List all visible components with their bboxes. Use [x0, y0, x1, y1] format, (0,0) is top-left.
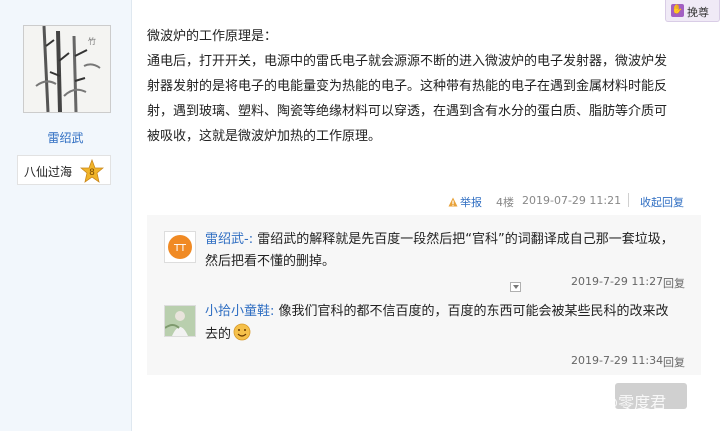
warning-icon: [448, 197, 458, 207]
commenter-avatar[interactable]: TT: [164, 231, 196, 263]
level-star-icon: 8: [80, 159, 104, 183]
reply-button[interactable]: 回复: [663, 275, 685, 291]
reply-body: 雷绍武的解释就是先百度一段然后把“官科”的词翻译成自己那一套垃圾，: [257, 232, 674, 247]
hand-icon: ✋: [671, 4, 684, 17]
post-timestamp: 2019-07-29 11:21: [522, 194, 622, 207]
bamboo-painting-icon: 竹: [24, 26, 110, 112]
reply-body-cont: 然后把看不懂的删掉。: [205, 254, 336, 269]
post-line: 通电后，打开开关，电源中的雷氏电子就会源源不断的进入微波炉的电子发射器，微波炉发: [147, 54, 668, 69]
reply-body: 像我们官科的都不信百度的，百度的东西可能会被某些民科的改来改: [278, 304, 669, 319]
rank-box: 八仙过海 8: [17, 155, 111, 185]
author-username[interactable]: 雷绍武: [0, 129, 131, 146]
reply-options-dropdown[interactable]: [510, 282, 521, 292]
zhihu-watermark: 知乎 @零度君: [565, 393, 667, 412]
reply-panel: TT 雷绍武-: 雷绍武的解释就是先百度一段然后把“官科”的词翻译成自己那一套垃…: [147, 215, 701, 375]
meta-divider: [628, 193, 629, 207]
post-line: 被吸收，这就是微波炉加热的工作原理。: [147, 129, 382, 144]
reply-username[interactable]: 小拾小童鞋:: [205, 304, 274, 319]
commenter-avatar[interactable]: [164, 305, 196, 337]
author-sidebar: 竹 雷绍武 八仙过海 8: [0, 0, 132, 431]
post-content: 微波炉的工作原理是： 通电后，打开开关，电源中的雷氏电子就会源源不断的进入微波炉…: [147, 24, 697, 149]
reply-text: 雷绍武-: 雷绍武的解释就是先百度一段然后把“官科”的词翻译成自己那一套垃圾， …: [205, 229, 690, 273]
avatar-letters: TT: [173, 243, 187, 254]
smile-emoji-icon: [233, 323, 251, 341]
tieba-logo-icon: TT: [168, 235, 192, 259]
post-line: 射，遇到玻璃、塑料、陶瓷等绝缘材料可以穿透，在遇到含有水分的蛋白质、脂肪等介质可: [147, 104, 668, 119]
post-line: 射器发射的是将电子的电能量变为热能的电子。这种带有热能的电子在遇到金属材料时能反: [147, 79, 668, 94]
author-avatar[interactable]: 竹: [23, 25, 111, 113]
reply-username[interactable]: 雷绍武-:: [205, 232, 253, 247]
support-tab-label: 挽尊: [687, 6, 709, 19]
report-label: 举报: [460, 196, 482, 209]
rank-title: 八仙过海: [24, 165, 73, 179]
svg-text:竹: 竹: [88, 36, 96, 46]
user-photo-icon: [164, 306, 195, 336]
reply-timestamp: 2019-7-29 11:27: [571, 275, 664, 288]
reply-body-cont: 去的: [205, 327, 232, 342]
report-link[interactable]: 举报: [448, 194, 482, 210]
post-line: 微波炉的工作原理是：: [147, 29, 278, 44]
rank-level: 8: [89, 168, 95, 178]
reply-timestamp: 2019-7-29 11:34: [571, 354, 664, 367]
reply-text: 小拾小童鞋: 像我们官科的都不信百度的，百度的东西可能会被某些民科的改来改 去的: [205, 301, 690, 346]
reply-button[interactable]: 回复: [663, 354, 685, 370]
collapse-replies-button[interactable]: 收起回复: [640, 194, 684, 210]
support-tab[interactable]: ✋ 挽尊: [665, 0, 720, 22]
floor-number: 4楼: [496, 196, 514, 209]
